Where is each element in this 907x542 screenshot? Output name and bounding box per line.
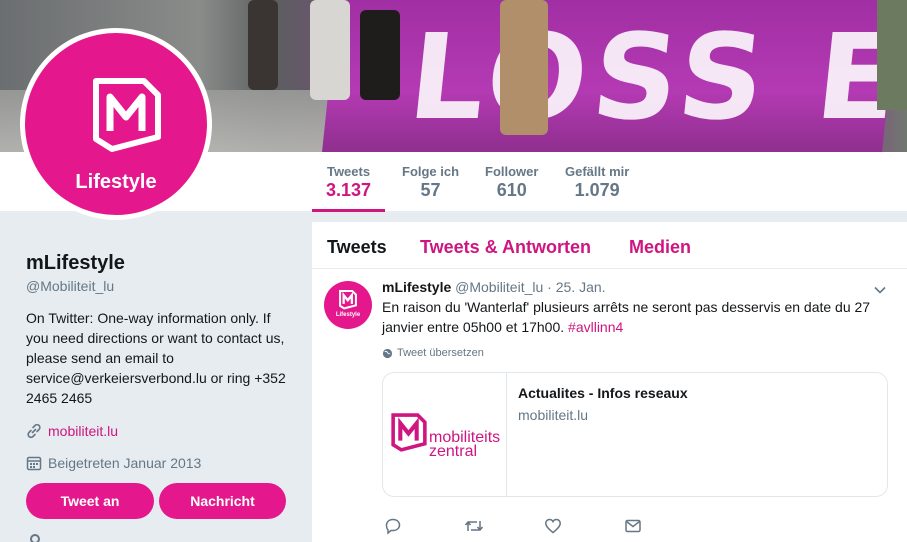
stat-label: Follower xyxy=(485,164,539,179)
tweet-author-name[interactable]: mLifestyle xyxy=(382,279,451,295)
avatar-circle: Lifestyle xyxy=(25,33,207,215)
tweet[interactable]: Lifestyle mLifestyle @Mobiliteit_lu · 25… xyxy=(312,212,907,542)
globe-icon xyxy=(382,348,393,358)
stat-value: 3.137 xyxy=(326,180,372,200)
calendar-icon xyxy=(26,454,44,472)
stat-likes[interactable]: Gefällt mir 1.079 xyxy=(565,164,629,201)
dm-button[interactable] xyxy=(624,516,704,536)
tweet-text-body: En raison du 'Wanterlaf' plusieurs arrêt… xyxy=(382,299,871,335)
tweet-author-handle[interactable]: @Mobiliteit_lu xyxy=(455,279,543,295)
translate-label: Tweet übersetzen xyxy=(397,347,484,359)
stat-tweets[interactable]: Tweets 3.137 xyxy=(311,164,386,212)
envelope-icon xyxy=(625,519,641,533)
stat-value: 1.079 xyxy=(574,180,620,200)
profile-bio: On Twitter: One-way information only. If… xyxy=(26,310,286,406)
tweet-avatar-label: Lifestyle xyxy=(335,312,361,318)
retweet-icon xyxy=(464,521,484,531)
tweet-to-button[interactable]: Tweet an xyxy=(26,483,154,519)
banner-person xyxy=(310,0,350,100)
stat-value: 57 xyxy=(420,180,441,200)
retweet-button[interactable] xyxy=(464,516,544,536)
stat-following[interactable]: Folge ich 57 xyxy=(402,164,459,201)
tweet-avatar[interactable]: Lifestyle xyxy=(324,281,372,329)
profile-handle[interactable]: @Mobiliteit_lu xyxy=(26,278,296,294)
reply-button[interactable] xyxy=(384,516,464,536)
profile-website-row: mobiliteit.lu xyxy=(26,422,296,440)
profile-more-icon xyxy=(30,534,40,542)
card-domain: mobiliteit.lu xyxy=(518,407,589,423)
profile-joined: Beigetreten Januar 2013 xyxy=(48,455,202,471)
banner-person xyxy=(500,0,548,135)
profile-website-link[interactable]: mobiliteit.lu xyxy=(48,423,118,439)
tweet-hashtag[interactable]: #avllinn4 xyxy=(568,319,623,335)
banner-person xyxy=(877,0,907,110)
tweet-date[interactable]: · 25. Jan. xyxy=(547,279,605,295)
stat-followers[interactable]: Follower 610 xyxy=(485,164,538,201)
card-logo-text: mobiliteits zentral xyxy=(429,430,500,460)
like-button[interactable] xyxy=(544,516,624,536)
chevron-down-icon[interactable] xyxy=(872,282,888,298)
message-button[interactable]: Nachricht xyxy=(159,483,286,519)
profile-card: mLifestyle @Mobiliteit_lu On Twitter: On… xyxy=(26,252,296,472)
profile-avatar[interactable]: Lifestyle xyxy=(20,28,212,220)
profile-joined-row: Beigetreten Januar 2013 xyxy=(26,454,296,472)
m-logo-icon xyxy=(93,78,161,152)
avatar-label: Lifestyle xyxy=(75,171,157,193)
profile-name[interactable]: mLifestyle xyxy=(26,252,296,275)
tweet-actions xyxy=(384,516,704,536)
banner-text: LOSS ET xyxy=(402,8,907,146)
reply-icon xyxy=(385,518,401,535)
profile-buttons: Tweet an Nachricht xyxy=(26,483,286,519)
heart-icon xyxy=(545,518,561,534)
link-icon xyxy=(26,422,44,440)
banner-person xyxy=(360,10,400,100)
stat-label: Folge ich xyxy=(402,164,460,179)
stat-label: Tweets xyxy=(326,164,371,179)
card-image: mobiliteits zentral xyxy=(383,373,507,496)
m-logo-icon xyxy=(339,290,357,310)
link-card[interactable]: mobiliteits zentral Actualites - Infos r… xyxy=(382,372,888,497)
card-title: Actualites - Infos reseaux xyxy=(518,385,688,401)
tweet-text: En raison du 'Wanterlaf' plusieurs arrêt… xyxy=(382,297,882,337)
translate-link[interactable]: Tweet übersetzen xyxy=(382,347,484,359)
tweet-header: mLifestyle @Mobiliteit_lu · 25. Jan. xyxy=(382,279,606,295)
card-logo-line-2: zentral xyxy=(429,443,478,460)
banner-person xyxy=(248,0,278,90)
mobiliteit-logo-icon xyxy=(391,413,427,452)
stat-value: 610 xyxy=(496,180,527,200)
stat-label: Gefällt mir xyxy=(565,164,630,179)
